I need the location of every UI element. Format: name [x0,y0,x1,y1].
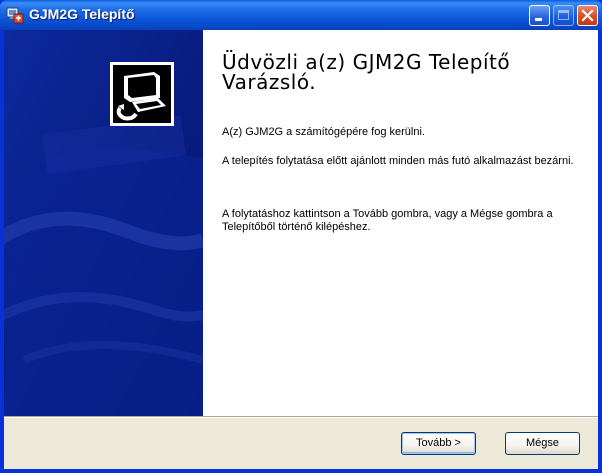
maximize-button[interactable] [553,5,574,26]
close-icon [581,9,594,22]
headline-line-2: Varázsló. [222,70,317,94]
install-description: A(z) GJM2G a számítógépére fog kerülni. [222,126,425,138]
installer-window: GJM2G Telepítő Üdvözli a(z) GJM2G Telepí… [0,0,602,473]
minimize-button[interactable] [529,5,550,26]
minimize-icon [535,18,542,21]
continue-instructions: A folytatáshoz kattintson a Tovább gombr… [222,208,553,233]
next-button[interactable]: Tovább > [401,432,476,455]
welcome-sidebar-banner [4,30,203,416]
title-bar[interactable]: GJM2G Telepítő [0,0,602,30]
window-title: GJM2G Telepítő [29,6,135,22]
cancel-button[interactable]: Mégse [505,432,580,455]
close-apps-advice: A telepítés folytatása előtt ajánlott mi… [222,155,574,167]
installer-computer-icon [110,62,174,126]
close-button[interactable] [577,5,598,26]
client-area: Üdvözli a(z) GJM2G Telepítő Varázsló. A(… [4,30,598,469]
headline-line-1: Üdvözli a(z) GJM2G Telepítő [222,50,511,74]
installer-icon [6,7,24,24]
welcome-content: Üdvözli a(z) GJM2G Telepítő Varázsló. A(… [203,30,598,416]
button-separator [4,416,598,418]
welcome-headline: Üdvözli a(z) GJM2G Telepítő Varázsló. [222,52,587,92]
maximize-icon [558,10,569,20]
